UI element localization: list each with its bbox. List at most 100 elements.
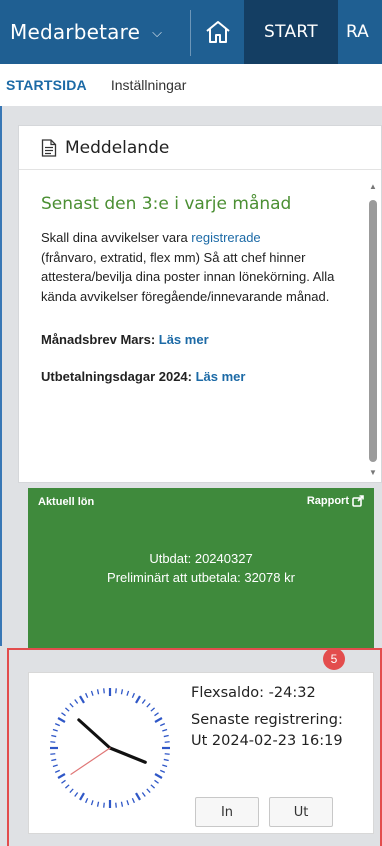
scroll-up-icon[interactable]: ▲ <box>368 182 378 192</box>
paydays-line: Utbetalningsdagar 2024: Läs mer <box>41 369 369 384</box>
message-body: Senast den 3:e i varje månad Skall dina … <box>41 194 369 384</box>
clock-tick <box>141 699 146 704</box>
clock-tick <box>126 800 130 806</box>
clock-tick <box>96 689 100 695</box>
document-icon <box>41 138 57 157</box>
clock-tick <box>154 779 159 784</box>
scroll-down-icon[interactable]: ▼ <box>368 468 378 478</box>
message-header: Meddelande <box>19 126 381 170</box>
clock-tick <box>135 792 141 801</box>
clock-tick <box>64 707 70 712</box>
clock-tick <box>61 779 66 784</box>
paydays-link[interactable]: Läs mer <box>196 369 246 384</box>
message-text-start: Skall dina avvikelser vara <box>41 230 192 245</box>
tab-startsida[interactable]: STARTSIDA <box>6 77 87 93</box>
clock-tick <box>79 695 85 704</box>
clock-tick <box>74 792 79 797</box>
clock-tick <box>162 728 168 732</box>
message-text-rest: (frånvaro, extratid, flex mm) Så att che… <box>41 249 335 304</box>
tab-installningar[interactable]: Inställningar <box>111 77 187 93</box>
clock-tick <box>52 764 58 768</box>
clock-tick <box>96 801 100 807</box>
flex-time-card: Flexsaldo: -24:32 Senaste registrering: … <box>28 672 374 834</box>
message-card: Meddelande Senast den 3:e i varje månad … <box>18 125 382 483</box>
clock-tick <box>115 688 117 694</box>
clock-tick <box>50 753 56 755</box>
report-label: Rapport <box>306 495 349 507</box>
clock-tick <box>57 773 66 779</box>
nav-more-truncated[interactable]: RA <box>346 0 382 64</box>
app-name: Medarbetare <box>10 20 141 44</box>
clock-tick <box>103 802 105 808</box>
clock-tick <box>163 758 169 762</box>
clock-hour-hand <box>108 746 147 764</box>
clock-tick <box>150 707 156 712</box>
registrerade-link[interactable]: registrerade <box>191 230 260 245</box>
clock-tick <box>120 689 124 695</box>
clock-tick <box>154 717 163 723</box>
salary-label: Aktuell lön <box>38 496 95 508</box>
clock-tick <box>79 792 85 801</box>
current-salary-card: Aktuell lön Rapport Utbdat: 20240327 Pre… <box>28 488 374 648</box>
clock-tick <box>141 792 146 797</box>
clock-tick <box>85 797 89 804</box>
clock-tick <box>54 723 61 727</box>
notification-badge[interactable]: 5 <box>323 648 345 670</box>
clock-tick <box>150 784 156 789</box>
clock-tick <box>120 801 124 807</box>
clock-tick <box>159 723 166 727</box>
app-switcher[interactable]: Medarbetare ⌵ <box>10 0 162 64</box>
flex-info: Flexsaldo: -24:32 Senaste registrering: … <box>191 683 381 752</box>
external-link-icon <box>352 495 364 507</box>
clock-tick <box>146 702 151 708</box>
clock-in-button[interactable]: In <box>195 797 259 827</box>
clock-tick <box>126 690 130 696</box>
clock-tick <box>154 773 163 779</box>
sub-navigation: STARTSIDA Inställningar <box>0 64 382 106</box>
clock-tick <box>131 692 135 699</box>
clock-tick <box>135 695 141 704</box>
clock-tick <box>164 741 170 743</box>
monthly-letter-link[interactable]: Läs mer <box>159 332 209 347</box>
clock-tick <box>163 734 169 738</box>
nav-start[interactable]: START <box>244 0 338 64</box>
clock-tick <box>90 800 94 806</box>
message-scrollbar[interactable]: ▲ ▼ <box>368 182 378 478</box>
salary-paid-date: Utbdat: 20240327 <box>149 551 253 566</box>
clock-tick <box>69 788 74 794</box>
clock-tick <box>162 764 168 768</box>
clock-tick <box>85 692 89 699</box>
clock-out-button[interactable]: Ut <box>269 797 333 827</box>
clock-tick <box>50 741 56 743</box>
clock-tick <box>51 734 57 738</box>
clock-tick <box>51 758 57 762</box>
clock-tick <box>69 702 74 708</box>
clock-tick <box>103 688 105 694</box>
message-title: Meddelande <box>65 137 170 158</box>
clock-tick <box>54 769 61 773</box>
last-registration-label: Senaste registrering: <box>191 712 343 728</box>
clock-tick <box>164 753 170 755</box>
analog-clock <box>50 688 170 808</box>
report-link[interactable]: Rapport <box>307 495 364 507</box>
message-text: Skall dina avvikelser vara registrerade (… <box>41 228 369 306</box>
salary-preliminary: Preliminärt att utbetala: 32078 kr <box>107 570 295 585</box>
clock-tick <box>131 797 135 804</box>
clock-tick <box>52 728 58 732</box>
clock-tick <box>159 769 166 773</box>
clock-tick <box>64 784 70 789</box>
top-navigation-bar: Medarbetare ⌵ START RA <box>0 0 382 64</box>
chevron-down-icon: ⌵ <box>152 25 162 40</box>
clock-tick <box>154 712 159 717</box>
scroll-thumb[interactable] <box>369 200 377 462</box>
flex-saldo: Flexsaldo: -24:32 <box>191 685 316 701</box>
clock-minute-hand <box>77 718 112 750</box>
clock-tick <box>57 717 66 723</box>
home-icon <box>205 21 230 43</box>
clock-tick <box>74 699 79 704</box>
home-button[interactable] <box>191 0 244 64</box>
clock-second-hand <box>70 747 111 775</box>
monthly-letter-line: Månadsbrev Mars: Läs mer <box>41 332 369 347</box>
message-headline: Senast den 3:e i varje månad <box>41 194 292 214</box>
last-registration-value: Ut 2024-02-23 16:19 <box>191 733 343 749</box>
